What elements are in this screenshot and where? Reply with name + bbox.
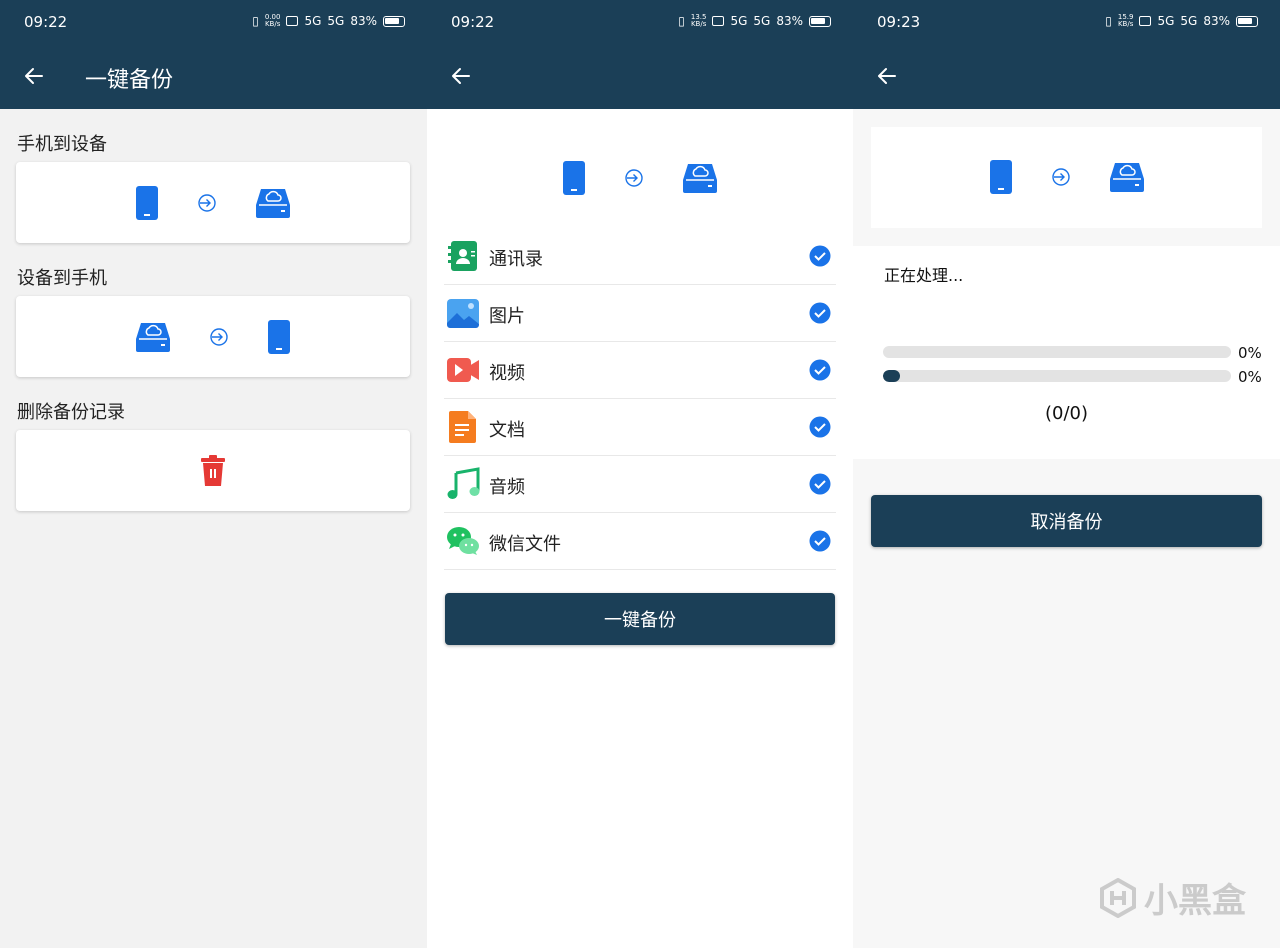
signal-5g-icon-2: 5G bbox=[753, 14, 771, 28]
processing-status: 正在处理... bbox=[884, 266, 964, 285]
phone-to-device-card[interactable] bbox=[16, 162, 410, 243]
battery-icon bbox=[1236, 15, 1258, 27]
hd-icon bbox=[1139, 16, 1152, 26]
signal-5g-icon: 5G bbox=[304, 14, 322, 28]
one-click-backup-button[interactable]: 一键备份 bbox=[445, 593, 835, 645]
backup-item-list: 通讯录 图片 视频 文档 音频 微信文件 bbox=[444, 228, 836, 570]
app-header: 09:23 ▯ 15.9 KB/s 5G 5G 83% bbox=[853, 0, 1280, 109]
cloud-storage-icon bbox=[256, 188, 290, 218]
checkbox-checked-icon[interactable] bbox=[809, 359, 831, 381]
checkbox-checked-icon[interactable] bbox=[809, 473, 831, 495]
backup-home-screen: 09:22 ▯ 0.00 KB/s 5G 5G 83% 一键备份 手机到设备 设备… bbox=[0, 0, 427, 948]
transfer-arrow-icon bbox=[210, 327, 228, 346]
progress-percent-1: 0% bbox=[1238, 344, 1262, 362]
list-item-wechat-files[interactable]: 微信文件 bbox=[444, 513, 836, 570]
document-icon bbox=[449, 411, 476, 443]
item-label: 视频 bbox=[489, 363, 525, 384]
battery-icon bbox=[809, 15, 831, 27]
page-title: 一键备份 bbox=[85, 68, 174, 93]
list-item-photos[interactable]: 图片 bbox=[444, 285, 836, 342]
phone-icon bbox=[563, 161, 585, 195]
signal-5g-icon-2: 5G bbox=[327, 14, 345, 28]
status-bar: 09:23 ▯ 15.9 KB/s 5G 5G 83% bbox=[853, 0, 1280, 44]
phone-icon bbox=[268, 319, 290, 354]
phone-icon bbox=[136, 185, 158, 220]
status-bar: 09:22 ▯ 0.00 KB/s 5G 5G 83% bbox=[0, 0, 427, 44]
vibrate-icon: ▯ bbox=[1105, 14, 1112, 28]
status-time: 09:23 bbox=[877, 13, 921, 31]
item-label: 音频 bbox=[489, 477, 525, 498]
contacts-icon bbox=[448, 241, 477, 271]
app-header: 09:22 ▯ 0.00 KB/s 5G 5G 83% 一键备份 bbox=[0, 0, 427, 109]
cloud-storage-icon bbox=[136, 322, 170, 352]
audio-icon bbox=[447, 467, 480, 499]
battery-percent: 83% bbox=[350, 14, 377, 28]
network-speed: 13.5 KB/s bbox=[690, 13, 707, 28]
checkbox-checked-icon[interactable] bbox=[809, 416, 831, 438]
item-label: 通讯录 bbox=[489, 249, 543, 270]
app-header: 09:22 ▯ 13.5 KB/s 5G 5G 83% bbox=[427, 0, 853, 109]
back-arrow-icon[interactable] bbox=[875, 64, 899, 88]
status-icons: ▯ 15.9 KB/s 5G 5G 83% bbox=[1105, 14, 1258, 28]
list-item-documents[interactable]: 文档 bbox=[444, 399, 836, 456]
trash-icon bbox=[201, 454, 225, 486]
status-time: 09:22 bbox=[24, 13, 68, 31]
battery-percent: 83% bbox=[1203, 14, 1230, 28]
video-icon bbox=[447, 358, 479, 382]
item-label: 文档 bbox=[489, 420, 525, 441]
item-label: 图片 bbox=[489, 306, 525, 327]
xiaoheihe-logo-icon bbox=[1100, 877, 1136, 918]
cancel-backup-button[interactable]: 取消备份 bbox=[871, 495, 1262, 547]
list-item-audio[interactable]: 音频 bbox=[444, 456, 836, 513]
signal-5g-icon-2: 5G bbox=[1180, 14, 1198, 28]
transfer-arrow-icon bbox=[625, 169, 643, 187]
cloud-storage-icon bbox=[1109, 163, 1144, 192]
checkbox-checked-icon[interactable] bbox=[809, 302, 831, 324]
status-icons: ▯ 0.00 KB/s 5G 5G 83% bbox=[252, 14, 405, 28]
hd-icon bbox=[712, 16, 725, 26]
photos-icon bbox=[447, 299, 479, 328]
status-time: 09:22 bbox=[451, 13, 495, 31]
section-label-device-to-phone: 设备到手机 bbox=[17, 268, 107, 289]
watermark-text: 小黑盒 bbox=[1144, 881, 1246, 921]
status-bar: 09:22 ▯ 13.5 KB/s 5G 5G 83% bbox=[427, 0, 853, 44]
list-item-video[interactable]: 视频 bbox=[444, 342, 836, 399]
back-arrow-icon[interactable] bbox=[449, 64, 473, 88]
watermark: 小黑盒 bbox=[1098, 873, 1246, 922]
delete-records-card[interactable] bbox=[16, 430, 410, 511]
checkbox-checked-icon[interactable] bbox=[809, 530, 831, 552]
transfer-arrow-icon bbox=[198, 193, 216, 212]
status-icons: ▯ 13.5 KB/s 5G 5G 83% bbox=[678, 14, 831, 28]
transfer-arrow-icon bbox=[1051, 168, 1070, 186]
backup-progress-screen: 09:23 ▯ 15.9 KB/s 5G 5G 83% 正在处理... 0% 0%… bbox=[853, 0, 1280, 948]
vibrate-icon: ▯ bbox=[678, 14, 685, 28]
section-label-phone-to-device: 手机到设备 bbox=[17, 134, 107, 155]
list-item-contacts[interactable]: 通讯录 bbox=[444, 228, 836, 285]
phone-icon bbox=[989, 160, 1012, 194]
network-speed: 0.00 KB/s bbox=[264, 13, 281, 28]
backup-select-screen: 09:22 ▯ 13.5 KB/s 5G 5G 83% 通讯录 图片 视频 文档… bbox=[427, 0, 853, 948]
vibrate-icon: ▯ bbox=[252, 14, 259, 28]
checkbox-checked-icon[interactable] bbox=[809, 245, 831, 267]
progress-bar-1 bbox=[883, 346, 1231, 358]
progress-bar-2 bbox=[883, 370, 1231, 382]
wechat-icon bbox=[447, 527, 479, 555]
progress-percent-2: 0% bbox=[1238, 368, 1262, 386]
hd-icon bbox=[286, 16, 299, 26]
back-arrow-icon[interactable] bbox=[22, 64, 46, 88]
section-label-delete-records: 删除备份记录 bbox=[17, 402, 125, 423]
battery-percent: 83% bbox=[776, 14, 803, 28]
item-label: 微信文件 bbox=[489, 534, 561, 555]
transfer-direction-card bbox=[871, 127, 1262, 228]
signal-5g-icon: 5G bbox=[1157, 14, 1175, 28]
network-speed: 15.9 KB/s bbox=[1117, 13, 1134, 28]
battery-icon bbox=[383, 15, 405, 27]
cloud-storage-icon bbox=[683, 164, 717, 193]
transfer-direction bbox=[427, 160, 853, 196]
device-to-phone-card[interactable] bbox=[16, 296, 410, 377]
signal-5g-icon: 5G bbox=[730, 14, 748, 28]
file-count: (0/0) bbox=[1044, 403, 1088, 424]
